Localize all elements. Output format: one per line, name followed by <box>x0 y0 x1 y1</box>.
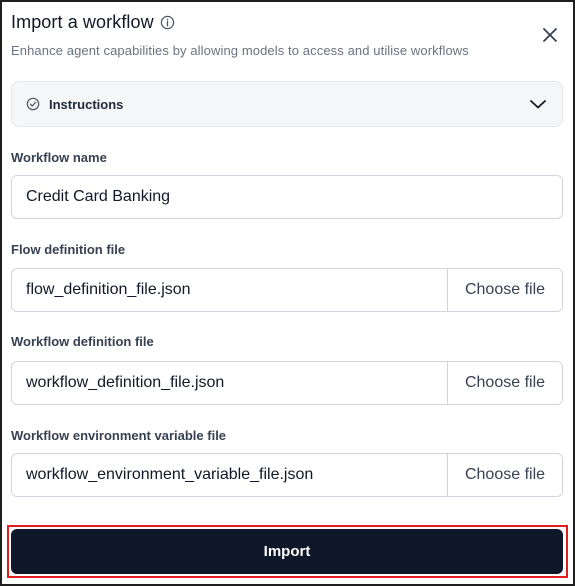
workflow-definition-file-input[interactable]: workflow_definition_file.json Choose fil… <box>11 361 563 405</box>
workflow-env-label: Workflow environment variable file <box>11 428 227 443</box>
chevron-down-icon <box>528 94 548 114</box>
import-workflow-dialog: Import a workflow Enhance agent capabili… <box>0 0 575 586</box>
close-button[interactable] <box>539 24 561 46</box>
workflow-definition-label: Workflow definition file <box>11 334 154 349</box>
dialog-header: Import a workflow <box>11 12 175 33</box>
workflow-env-choose-file-button[interactable]: Choose file <box>447 454 562 496</box>
dialog-subtitle: Enhance agent capabilities by allowing m… <box>11 43 469 58</box>
info-icon[interactable] <box>160 15 175 30</box>
workflow-env-file-name: workflow_environment_variable_file.json <box>26 466 314 483</box>
workflow-definition-choose-file-button[interactable]: Choose file <box>447 362 562 404</box>
check-circle-icon <box>26 97 40 111</box>
flow-definition-label: Flow definition file <box>11 242 126 257</box>
workflow-env-file-input[interactable]: workflow_environment_variable_file.json … <box>11 453 563 497</box>
instructions-accordion[interactable]: Instructions <box>11 81 563 127</box>
workflow-name-input[interactable] <box>11 175 563 219</box>
instructions-label: Instructions <box>49 96 124 112</box>
flow-definition-choose-file-button[interactable]: Choose file <box>447 269 562 311</box>
flow-definition-file-input[interactable]: flow_definition_file.json Choose file <box>11 268 563 312</box>
workflow-name-label: Workflow name <box>11 150 107 165</box>
dialog-title: Import a workflow <box>11 12 154 32</box>
import-button[interactable]: Import <box>11 529 563 574</box>
workflow-definition-file-name: workflow_definition_file.json <box>26 374 225 391</box>
flow-definition-file-name: flow_definition_file.json <box>26 281 191 298</box>
close-icon <box>543 28 557 42</box>
